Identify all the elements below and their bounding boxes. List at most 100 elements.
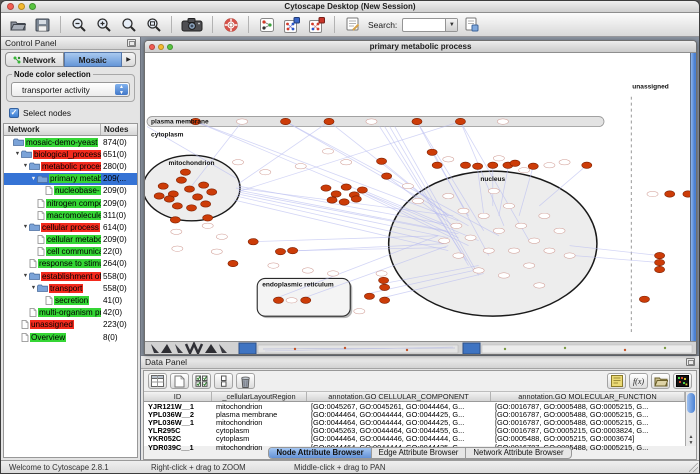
graph-node[interactable] bbox=[341, 184, 351, 190]
network-zoom-button[interactable] bbox=[167, 44, 173, 50]
matrix-view-button[interactable] bbox=[673, 373, 692, 389]
tree-row[interactable]: response to stimulu264(0) bbox=[4, 258, 137, 270]
graph-node[interactable] bbox=[380, 284, 390, 290]
graph-node[interactable] bbox=[193, 194, 203, 200]
expander-icon[interactable]: ▼ bbox=[30, 285, 37, 291]
graph-node-label[interactable] bbox=[402, 183, 413, 188]
graph-node[interactable] bbox=[275, 248, 285, 254]
graph-node-label[interactable] bbox=[236, 119, 247, 124]
scrollbar-thumb[interactable] bbox=[687, 393, 695, 413]
expander-icon[interactable]: ▼ bbox=[22, 224, 29, 230]
graph-node[interactable] bbox=[455, 118, 465, 124]
tree-row[interactable]: Overview8(0) bbox=[4, 331, 137, 343]
tree-row[interactable]: secretion41(0) bbox=[4, 294, 137, 306]
network-icon-button[interactable] bbox=[255, 15, 278, 35]
tree-row[interactable]: ▼establishment of lo558(0) bbox=[4, 270, 137, 282]
graph-node[interactable] bbox=[154, 193, 164, 199]
graph-node-label[interactable] bbox=[354, 309, 365, 314]
graph-node[interactable] bbox=[203, 215, 213, 221]
scrollbar-arrows[interactable]: ▲▼ bbox=[686, 434, 696, 446]
graph-node-label[interactable] bbox=[171, 229, 182, 234]
graph-node-label[interactable] bbox=[493, 156, 504, 161]
float-panel-icon[interactable] bbox=[686, 358, 695, 366]
network-canvas[interactable]: plasma membranecytoplasmmitochondrionnuc… bbox=[145, 53, 696, 341]
zoom-fit-button[interactable] bbox=[142, 15, 165, 35]
zoom-out-button[interactable] bbox=[67, 15, 90, 35]
graph-node-label[interactable] bbox=[295, 164, 306, 169]
tab-edge-attribute-browser[interactable]: Edge Attribute Browser bbox=[372, 448, 467, 458]
graph-node[interactable] bbox=[382, 173, 392, 179]
graph-node[interactable] bbox=[301, 297, 311, 303]
graph-node[interactable] bbox=[331, 191, 341, 197]
annotation-button[interactable] bbox=[607, 373, 626, 389]
tree-row[interactable]: macromolecule311(0) bbox=[4, 209, 137, 221]
graph-node-label[interactable] bbox=[286, 298, 297, 303]
graph-node-label[interactable] bbox=[473, 268, 484, 273]
graph-node-label[interactable] bbox=[322, 149, 333, 154]
resize-grip-icon[interactable] bbox=[689, 463, 698, 472]
graph-node-label[interactable] bbox=[465, 235, 476, 240]
graph-node[interactable] bbox=[473, 163, 483, 169]
graph-node[interactable] bbox=[176, 177, 186, 183]
graph-node-label[interactable] bbox=[478, 213, 489, 218]
graph-node[interactable] bbox=[582, 162, 592, 168]
graph-node[interactable] bbox=[280, 118, 290, 124]
tree-row[interactable]: ▼primary metabo209(... bbox=[4, 173, 137, 185]
zoom-in-button[interactable] bbox=[92, 15, 115, 35]
graph-node-label[interactable] bbox=[443, 157, 454, 162]
formula-builder-button[interactable]: f(x) bbox=[629, 373, 648, 389]
vertical-scrollbar[interactable] bbox=[690, 53, 696, 341]
zoom-selected-button[interactable] bbox=[117, 15, 140, 35]
graph-node[interactable] bbox=[180, 169, 190, 175]
graph-node-label[interactable] bbox=[451, 223, 462, 228]
column-id[interactable]: ID bbox=[144, 392, 212, 401]
graph-node[interactable] bbox=[427, 149, 437, 155]
close-button[interactable] bbox=[7, 3, 14, 10]
layout-b-button[interactable] bbox=[305, 15, 328, 35]
zoom-button[interactable] bbox=[29, 3, 36, 10]
graph-node[interactable] bbox=[655, 266, 665, 272]
graph-node-label[interactable] bbox=[439, 238, 450, 243]
graph-node-label[interactable] bbox=[412, 198, 423, 203]
graph-node-label[interactable] bbox=[508, 248, 519, 253]
graph-node[interactable] bbox=[528, 163, 538, 169]
graph-node[interactable] bbox=[655, 252, 665, 258]
save-button[interactable] bbox=[31, 15, 54, 35]
graph-node[interactable] bbox=[273, 297, 283, 303]
open-button[interactable] bbox=[6, 15, 29, 35]
graph-node[interactable] bbox=[207, 189, 217, 195]
layout-a-button[interactable] bbox=[280, 15, 303, 35]
graph-node-label[interactable] bbox=[341, 160, 352, 165]
network-minimize-button[interactable] bbox=[158, 44, 164, 50]
graph-node[interactable] bbox=[184, 186, 194, 192]
graph-node-label[interactable] bbox=[544, 248, 555, 253]
minimize-button[interactable] bbox=[18, 3, 25, 10]
tree-row[interactable]: mosaic-demo-yeast874(0) bbox=[4, 136, 137, 148]
graph-node-label[interactable] bbox=[493, 228, 504, 233]
graph-node[interactable] bbox=[460, 162, 470, 168]
graph-node-label[interactable] bbox=[216, 234, 227, 239]
graph-node[interactable] bbox=[377, 158, 387, 164]
graph-node-label[interactable] bbox=[202, 223, 213, 228]
graph-node[interactable] bbox=[170, 217, 180, 223]
graph-node[interactable] bbox=[488, 162, 498, 168]
column-cellular-layout-region[interactable]: _cellularLayoutRegion bbox=[212, 392, 307, 401]
graph-node-label[interactable] bbox=[544, 163, 555, 168]
tab-node-attribute-browser[interactable]: Node Attribute Browser bbox=[269, 448, 371, 458]
expander-icon[interactable]: ▼ bbox=[30, 176, 37, 182]
select-attributes-button[interactable] bbox=[148, 373, 167, 389]
graph-node-label[interactable] bbox=[458, 208, 469, 213]
graph-node-label[interactable] bbox=[554, 228, 565, 233]
graph-node-label[interactable] bbox=[327, 271, 338, 276]
graph-node-label[interactable] bbox=[232, 160, 243, 165]
graph-node-label[interactable] bbox=[443, 193, 454, 198]
column-go-cellular-component[interactable]: annotation.GO CELLULAR_COMPONENT bbox=[307, 392, 491, 401]
graph-node-label[interactable] bbox=[260, 169, 271, 174]
table-scrollbar[interactable]: ▲▼ bbox=[685, 392, 696, 446]
graph-node-label[interactable] bbox=[519, 168, 530, 173]
graph-node[interactable] bbox=[158, 183, 168, 189]
node-color-dropdown[interactable]: transporter activity ▲▼ bbox=[11, 82, 130, 97]
graph-node[interactable] bbox=[351, 196, 361, 202]
graph-node[interactable] bbox=[228, 260, 238, 266]
graph-node[interactable] bbox=[172, 203, 182, 209]
